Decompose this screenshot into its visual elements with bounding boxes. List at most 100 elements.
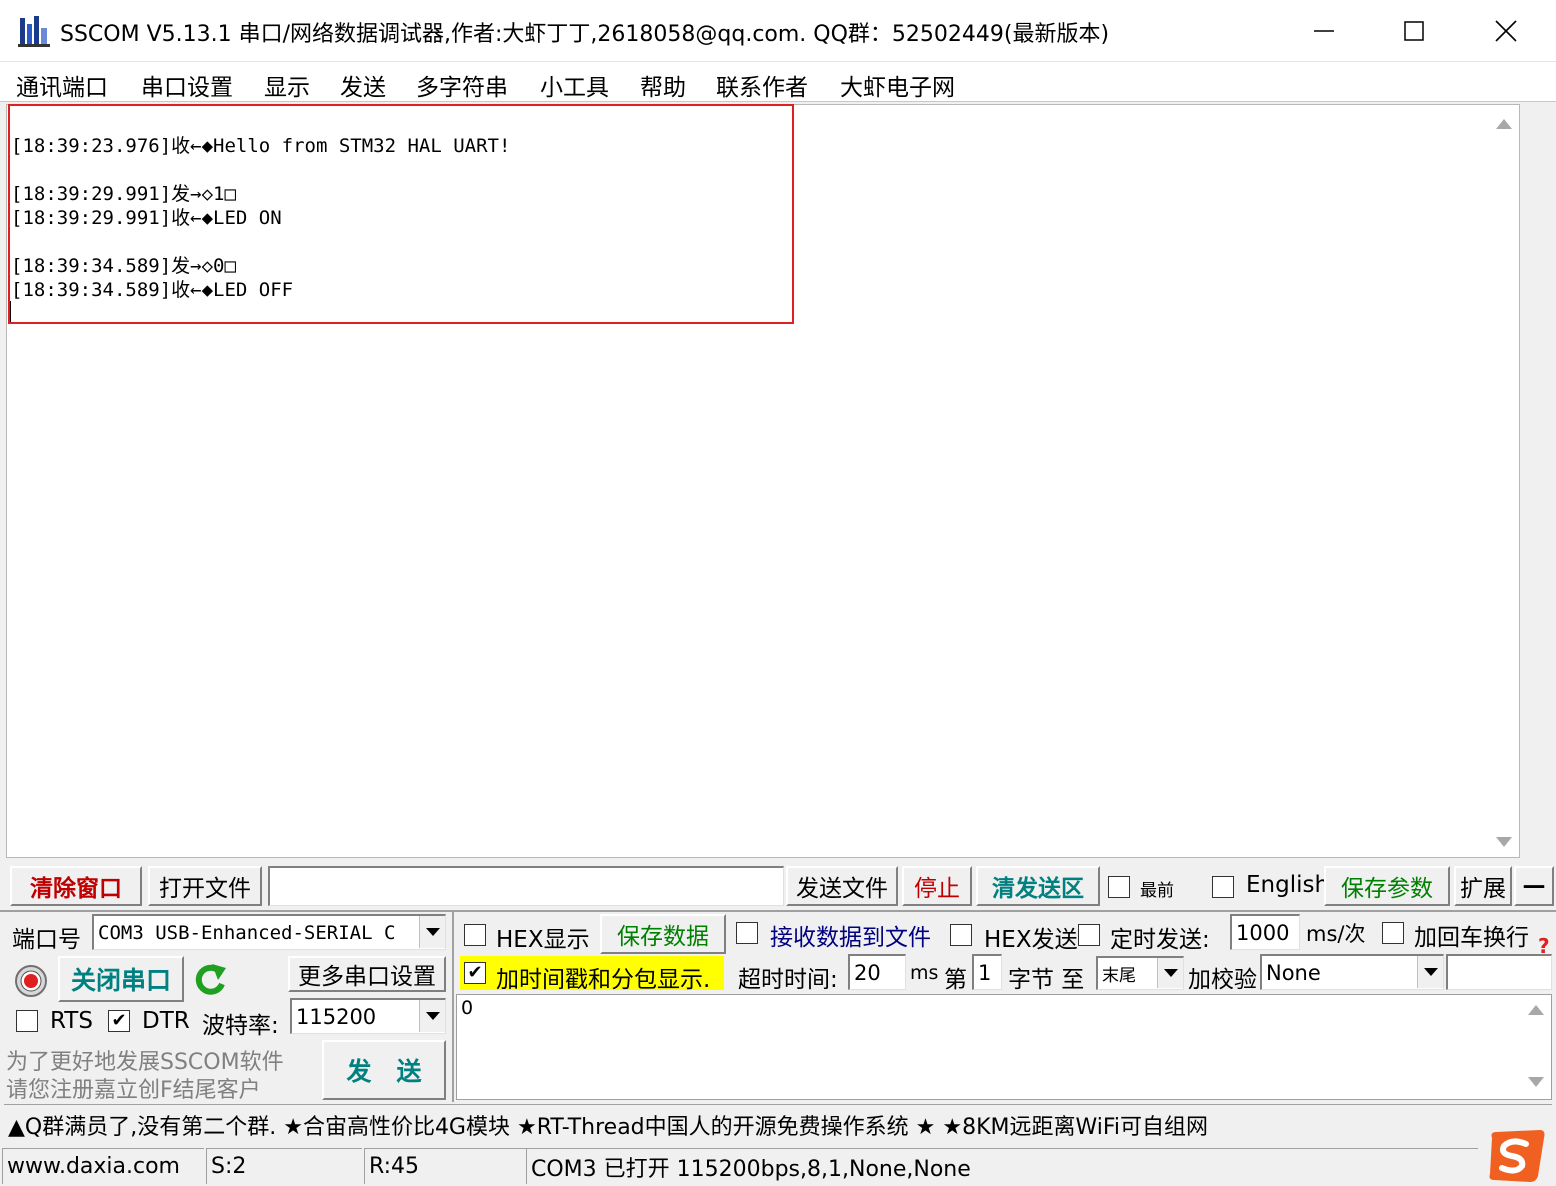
add-crlf-checkbox[interactable] <box>1382 922 1404 944</box>
baud-value: 115200 <box>296 1004 377 1029</box>
end-value: 末尾 <box>1102 966 1136 986</box>
stop-button[interactable]: 停止 <box>902 866 972 906</box>
timed-send-label: 定时发送: <box>1110 927 1210 953</box>
panel-divider <box>452 912 454 1102</box>
hex-send-checkbox[interactable] <box>950 924 972 946</box>
recv-to-file-label: 接收数据到文件 <box>770 925 931 951</box>
menu-bar: 通讯端口 串口设置 显示 发送 多字符串 小工具 帮助 联系作者 大虾电子网 <box>0 62 1556 102</box>
checksum-result-field <box>1446 954 1552 990</box>
checksum-label: 加校验 <box>1188 967 1257 993</box>
menu-tools[interactable]: 小工具 <box>540 68 609 102</box>
window-title: SSCOM V5.13.1 串口/网络数据调试器,作者:大虾丁丁,2618058… <box>60 22 1110 47</box>
app-icon <box>18 14 50 48</box>
menu-help[interactable]: 帮助 <box>640 68 686 102</box>
send-file-button[interactable]: 发送文件 <box>786 866 898 906</box>
clear-send-button[interactable]: 清发送区 <box>976 866 1100 906</box>
end-dropdown-button[interactable] <box>1157 958 1183 988</box>
scroll-down-icon[interactable] <box>1528 1077 1544 1087</box>
baud-label: 波特率: <box>202 1013 279 1039</box>
timeout-unit-label: ms <box>910 962 939 984</box>
save-data-button[interactable]: 保存数据 <box>600 914 726 954</box>
maximize-button[interactable] <box>1368 0 1460 62</box>
hex-display-label: HEX显示 <box>496 927 590 953</box>
interval-unit-label: ms/次 <box>1306 922 1366 946</box>
send-text-area[interactable]: 0 <box>456 994 1552 1100</box>
timestamp-checkbox[interactable]: ✔ <box>464 962 486 984</box>
timeout-label: 超时时间: <box>738 967 838 993</box>
timeout-input[interactable]: 20 <box>848 954 906 990</box>
dtr-checkbox[interactable]: ✔ <box>108 1010 130 1032</box>
scroll-up-icon[interactable] <box>1496 119 1512 129</box>
checksum-select[interactable]: None <box>1260 954 1444 990</box>
baud-dropdown-button[interactable] <box>419 1000 445 1032</box>
menu-serial-settings[interactable]: 串口设置 <box>141 68 233 102</box>
receive-scrollbar[interactable] <box>1489 105 1519 857</box>
clear-window-button[interactable]: 清除窗口 <box>10 866 142 906</box>
save-params-button[interactable]: 保存参数 <box>1324 866 1450 906</box>
refresh-icon[interactable] <box>190 960 230 1000</box>
chevron-down-icon <box>1423 968 1438 976</box>
topmost-label: 最前 <box>1140 881 1174 901</box>
rts-label: RTS <box>50 1008 93 1034</box>
ticker-bar: ▲Q群满员了,没有第二个群. ★合宙高性价比4G模块 ★RT-Thread中国人… <box>4 1104 1552 1142</box>
check-icon: ✔ <box>467 962 483 983</box>
hex-send-label: HEX发送 <box>984 927 1078 953</box>
more-serial-settings-button[interactable]: 更多串口设置 <box>288 956 446 992</box>
menu-multi-string[interactable]: 多字符串 <box>416 68 508 102</box>
status-received-count: R:45 <box>364 1148 526 1184</box>
baud-select[interactable]: 115200 <box>290 998 446 1034</box>
english-label: English <box>1246 872 1330 898</box>
end-select[interactable]: 末尾 <box>1096 956 1184 990</box>
send-text: 0 <box>461 997 474 1019</box>
title-bar: SSCOM V5.13.1 串口/网络数据调试器,作者:大虾丁丁,2618058… <box>0 0 1556 62</box>
port-value: COM3 USB-Enhanced-SERIAL C <box>98 921 396 944</box>
byte-to-label: 字节 至 <box>1008 967 1085 993</box>
minimize-button[interactable] <box>1278 0 1370 62</box>
rts-checkbox[interactable] <box>16 1010 38 1032</box>
menu-daxia-site[interactable]: 大虾电子网 <box>840 68 955 102</box>
add-crlf-label: 加回车换行 <box>1414 925 1529 951</box>
status-sent-count: S:2 <box>206 1148 362 1184</box>
menu-display[interactable]: 显示 <box>264 68 310 102</box>
collapse-button[interactable]: — <box>1514 866 1554 906</box>
menu-contact-author[interactable]: 联系作者 <box>716 68 808 102</box>
chevron-down-icon <box>1163 969 1178 977</box>
file-path-input[interactable] <box>268 866 784 906</box>
english-checkbox[interactable] <box>1212 876 1234 898</box>
port-label: 端口号 <box>12 927 81 953</box>
start-byte-input[interactable]: 1 <box>972 954 1002 990</box>
chevron-down-icon <box>425 1012 440 1020</box>
send-button[interactable]: 发 送 <box>322 1040 446 1100</box>
minimize-icon <box>1314 30 1334 32</box>
port-dropdown-button[interactable] <box>419 916 445 948</box>
port-status-icon <box>14 964 48 998</box>
close-port-button[interactable]: 关闭串口 <box>58 956 184 1002</box>
dtr-label: DTR <box>142 1008 190 1034</box>
menu-send[interactable]: 发送 <box>340 68 386 102</box>
close-icon <box>1495 20 1517 42</box>
checksum-value: None <box>1266 960 1321 985</box>
close-button[interactable] <box>1460 0 1552 62</box>
maximize-icon <box>1404 21 1424 41</box>
promo-line-2: 请您注册嘉立创F结尾客户 <box>6 1078 261 1103</box>
menu-comm-port[interactable]: 通讯端口 <box>16 68 108 102</box>
timed-send-checkbox[interactable] <box>1078 924 1100 946</box>
topmost-checkbox[interactable] <box>1108 876 1130 898</box>
ime-logo-icon[interactable] <box>1486 1128 1548 1184</box>
ticker-text[interactable]: ▲Q群满员了,没有第二个群. ★合宙高性价比4G模块 ★RT-Thread中国人… <box>8 1109 1208 1141</box>
status-website[interactable]: www.daxia.com <box>2 1148 204 1184</box>
recv-to-file-checkbox[interactable] <box>736 922 758 944</box>
divider <box>0 910 1556 912</box>
expand-button[interactable]: 扩展 <box>1454 866 1512 906</box>
send-scrollbar[interactable] <box>1521 995 1551 1099</box>
scroll-down-icon[interactable] <box>1496 837 1512 847</box>
scroll-up-icon[interactable] <box>1528 1005 1544 1015</box>
timestamp-label: 加时间戳和分包显示. <box>496 967 711 993</box>
port-select[interactable]: COM3 USB-Enhanced-SERIAL C <box>92 914 446 950</box>
hex-display-checkbox[interactable] <box>464 924 486 946</box>
checksum-dropdown-button[interactable] <box>1417 956 1443 988</box>
open-file-button[interactable]: 打开文件 <box>148 866 262 906</box>
nth-label: 第 <box>944 967 967 993</box>
interval-input[interactable]: 1000 <box>1230 914 1300 950</box>
chevron-down-icon <box>425 928 440 936</box>
